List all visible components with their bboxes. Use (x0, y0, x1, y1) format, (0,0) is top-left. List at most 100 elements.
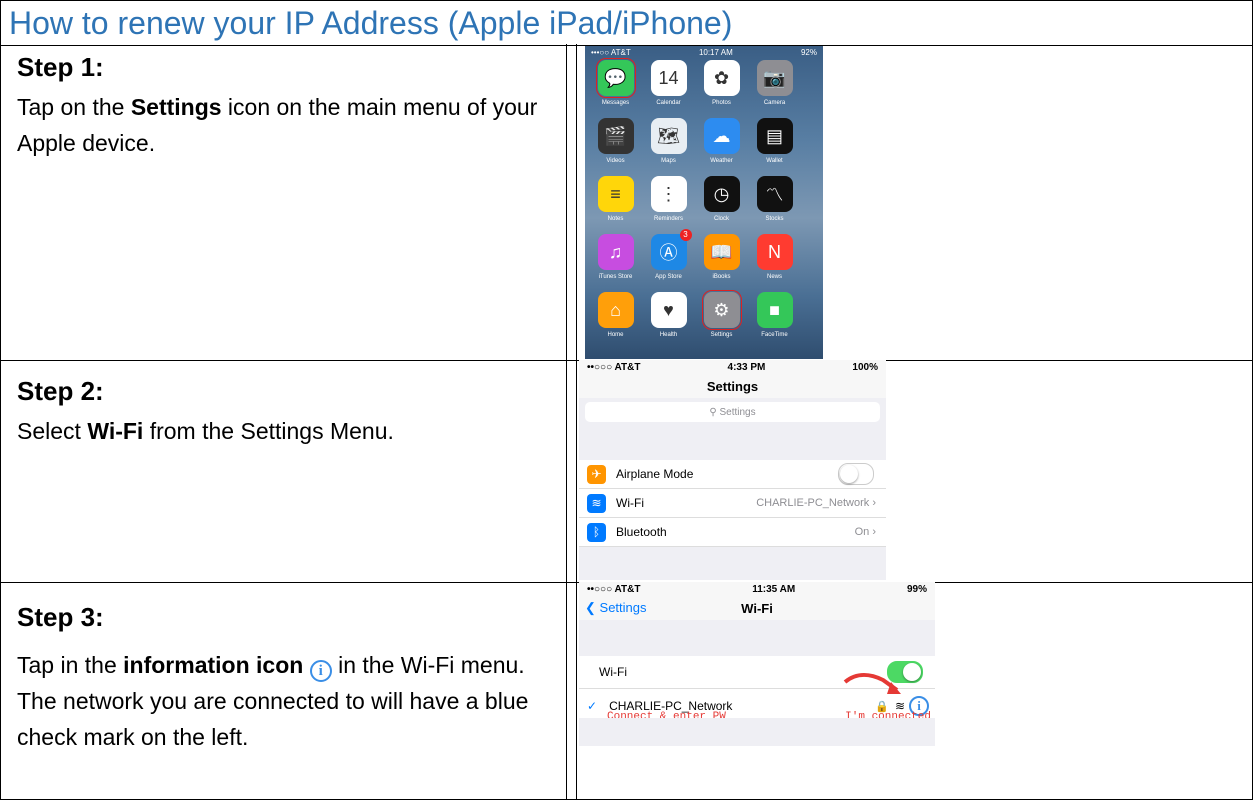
app-label: News (766, 274, 782, 280)
app-label: Camera (763, 100, 786, 106)
info-icon: i (309, 660, 332, 682)
settings-row-wi-fi[interactable]: ≋ Wi-Fi CHARLIE-PC_Network › (579, 489, 886, 518)
app-label: Messages (601, 100, 630, 106)
step-2-row: Step 2: Select Wi-Fi from the Settings M… (1, 360, 1252, 583)
step-1-instructions: Step 1: Tap on the Settings icon on the … (1, 44, 567, 360)
status-bar: ••○○○ AT&T 11:35 AM 99% (579, 582, 935, 596)
red-arrow-icon (843, 673, 901, 694)
step-3-row: Step 3: Tap in the information icon i in… (1, 582, 1252, 800)
airplane-icon: ✈ (587, 464, 606, 484)
iphone-home-screenshot: •••○○ AT&T 10:17 AM 92% 💬 Messages 14 Calenda… (585, 46, 823, 359)
search-icon: ⚲ (709, 406, 720, 418)
clock-icon: ◷ (703, 176, 740, 212)
app-health[interactable]: ♥ Health (648, 292, 689, 350)
bluetooth-icon: ᛒ (587, 522, 606, 542)
videos-icon: 🎬 (597, 118, 634, 154)
photos-icon: ✿ (703, 60, 740, 96)
app-reminders[interactable]: ⋮ Reminders (648, 176, 689, 234)
maps-icon: 🗺 (650, 118, 687, 154)
app-itunes-store[interactable]: ♫ iTunes Store (595, 234, 636, 292)
app-ibooks[interactable]: 📖 iBooks (701, 234, 742, 292)
step-1-heading: Step 1: (17, 52, 104, 82)
weather-icon: ☁ (703, 118, 740, 154)
app-weather[interactable]: ☁ Weather (701, 118, 742, 176)
step-1-text: Tap on the Settings icon on the main men… (17, 94, 538, 156)
step-2-heading: Step 2: (17, 376, 104, 406)
app-label: Health (659, 332, 678, 338)
step-3-heading: Step 3: (17, 602, 104, 632)
app-label: Videos (606, 158, 625, 164)
step-2-instructions: Step 2: Select Wi-Fi from the Settings M… (1, 360, 567, 582)
app-home[interactable]: ⌂ Home (595, 292, 636, 350)
app-label: Reminders (653, 216, 683, 222)
app-label: Home (607, 332, 624, 338)
settings-row-label: Bluetooth (616, 525, 667, 539)
settings-row-value: On › (854, 526, 876, 538)
nav-title: Settings (579, 374, 886, 398)
status-bar: •••○○ AT&T 10:17 AM 92% (591, 47, 817, 57)
settings-list: ✈ Airplane Mode ≋ Wi-Fi CHARLIE-PC_Network ›… (579, 460, 886, 547)
page-title: How to renew your IP Address (Apple iPad… (1, 0, 1252, 46)
notes-icon: ≡ (597, 176, 634, 212)
chevron-left-icon: ❮ (585, 600, 596, 615)
reminders-icon: ⋮ (650, 176, 687, 212)
app-messages[interactable]: 💬 Messages (595, 58, 636, 118)
wifi-icon: ≋ (587, 493, 606, 513)
step-1-row: Step 1: Tap on the Settings icon on the … (1, 44, 1252, 361)
wifi-label: Wi-Fi (599, 665, 627, 679)
step-2-screenshot-cell: ••○○○ AT&T 4:33 PM 100% Settings ⚲ Setting… (576, 360, 1252, 582)
app-label: iBooks (712, 274, 731, 280)
app-label: Notes (607, 216, 624, 222)
health-icon: ♥ (650, 292, 687, 328)
settings-search-field[interactable]: ⚲ Settings (585, 402, 880, 422)
airplane-toggle[interactable] (838, 463, 874, 485)
app-photos[interactable]: ✿ Photos (701, 60, 742, 118)
camera-icon: 📷 (756, 60, 793, 96)
settings-row-airplane-mode[interactable]: ✈ Airplane Mode (579, 460, 886, 489)
news-icon: N (756, 234, 793, 270)
app-app-store[interactable]: Ⓐ 3 App Store (648, 229, 692, 292)
app-facetime[interactable]: ■ FaceTime (754, 292, 795, 350)
step-3-text-2: The network you are connected to will ha… (17, 688, 529, 750)
step-3-screenshot-cell: ••○○○ AT&T 11:35 AM 99% ❮ Settings Wi-Fi W… (576, 582, 1252, 799)
ibooks-icon: 📖 (703, 234, 740, 270)
itunes-icon: ♫ (597, 234, 634, 270)
settings-screenshot: ••○○○ AT&T 4:33 PM 100% Settings ⚲ Setting… (579, 360, 886, 580)
app-notes[interactable]: ≡ Notes (595, 176, 636, 234)
app-label: Maps (661, 158, 676, 164)
app-label: Settings (710, 332, 733, 338)
calendar-icon: 14 (650, 60, 687, 96)
spacer (579, 718, 935, 746)
home-icon: ⌂ (597, 292, 634, 328)
settings-row-bluetooth[interactable]: ᛒ Bluetooth On › (579, 518, 886, 547)
back-button[interactable]: ❮ Settings (585, 600, 647, 616)
document-table: How to renew your IP Address (Apple iPad… (0, 0, 1253, 800)
checkmark-icon: ✓ (587, 699, 598, 713)
app-wallet[interactable]: ▤ Wallet (754, 118, 795, 176)
app-news[interactable]: N News (754, 234, 795, 292)
appstore-icon: Ⓐ 3 (650, 229, 692, 270)
facetime-icon: ■ (756, 292, 793, 328)
app-label: Clock (713, 216, 729, 222)
app-maps[interactable]: 🗺 Maps (648, 118, 689, 176)
app-calendar[interactable]: 14 Calendar (648, 60, 689, 118)
app-grid: 💬 Messages 14 Calendar ✿ Photos 📷 Camera 🎬 Videos… (585, 58, 823, 359)
wifi-nav-bar: ❮ Settings Wi-Fi (579, 596, 935, 620)
app-label: Wallet (766, 158, 783, 164)
step-3-instructions: Step 3: Tap in the information icon i in… (1, 582, 567, 799)
stocks-icon: 〽 (756, 176, 793, 212)
app-label: Calendar (656, 100, 681, 106)
nav-title: Wi-Fi (741, 600, 773, 616)
app-camera[interactable]: 📷 Camera (754, 60, 795, 118)
app-videos[interactable]: 🎬 Videos (595, 118, 636, 176)
settings-gear-icon: ⚙ (701, 290, 742, 330)
app-settings[interactable]: ⚙ Settings (701, 290, 742, 350)
app-clock[interactable]: ◷ Clock (701, 176, 742, 234)
app-label: Stocks (765, 216, 784, 222)
settings-row-value: CHARLIE-PC_Network › (756, 497, 876, 509)
app-label: Photos (712, 100, 731, 106)
app-stocks[interactable]: 〽 Stocks (754, 176, 795, 234)
notification-badge: 3 (679, 229, 692, 241)
app-label: Weather (710, 158, 733, 164)
